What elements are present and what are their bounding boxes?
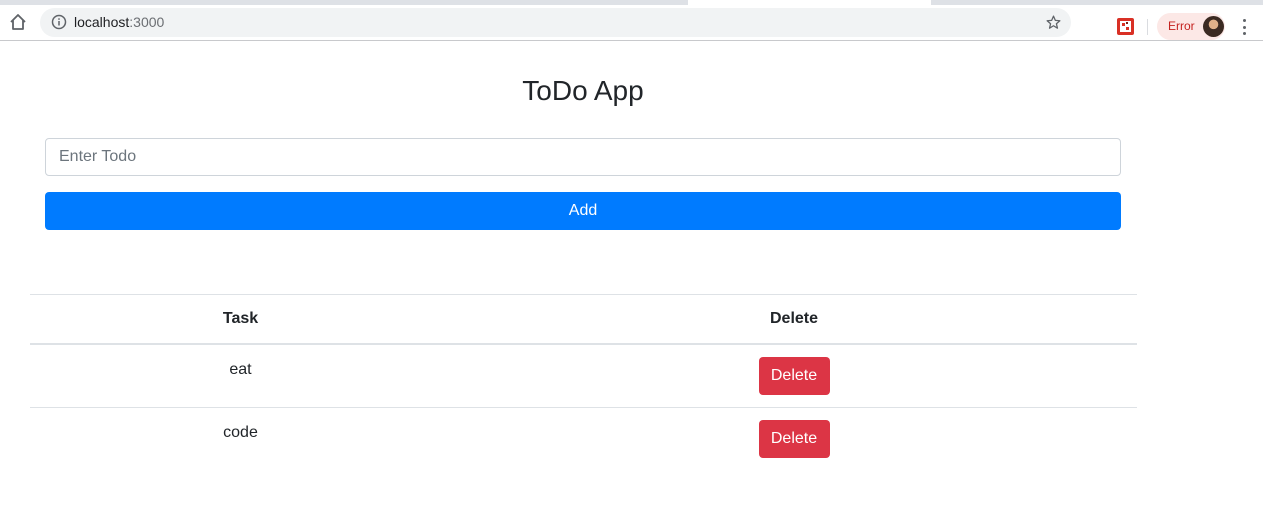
table-row: code Delete — [30, 407, 1137, 470]
error-label: Error — [1168, 19, 1195, 33]
todo-input[interactable] — [45, 138, 1121, 176]
table-row: eat Delete — [30, 343, 1137, 408]
browser-toolbar: localhost:3000 Error — [0, 5, 1263, 41]
column-header-delete: Delete — [451, 294, 1137, 345]
url-text: localhost:3000 — [74, 14, 164, 31]
todo-table: Task Delete eat Delete code Delete — [30, 294, 1137, 470]
toolbar-separator — [1147, 19, 1148, 35]
extension-icon[interactable] — [1117, 18, 1134, 35]
bookmark-star-icon[interactable] — [1045, 14, 1062, 31]
page-title: ToDo App — [522, 75, 644, 106]
add-button[interactable]: Add — [45, 192, 1121, 230]
table-header-row: Task Delete — [30, 294, 1137, 345]
url-port: :3000 — [129, 14, 165, 30]
browser-menu-button[interactable] — [1236, 18, 1252, 36]
more-vert-icon — [1242, 19, 1246, 22]
profile-error-button[interactable]: Error — [1157, 13, 1225, 40]
home-icon — [10, 14, 26, 30]
address-bar[interactable]: localhost:3000 — [40, 8, 1071, 37]
profile-avatar — [1203, 16, 1224, 37]
task-cell: eat — [30, 343, 451, 408]
action-cell: Delete — [451, 343, 1137, 408]
info-icon[interactable] — [51, 14, 67, 30]
task-cell: code — [30, 407, 451, 470]
action-cell: Delete — [451, 407, 1137, 470]
delete-button[interactable]: Delete — [758, 420, 830, 458]
column-header-task: Task — [30, 294, 451, 345]
delete-button[interactable]: Delete — [758, 357, 830, 395]
url-host: localhost — [74, 14, 130, 30]
home-button[interactable] — [6, 10, 30, 34]
